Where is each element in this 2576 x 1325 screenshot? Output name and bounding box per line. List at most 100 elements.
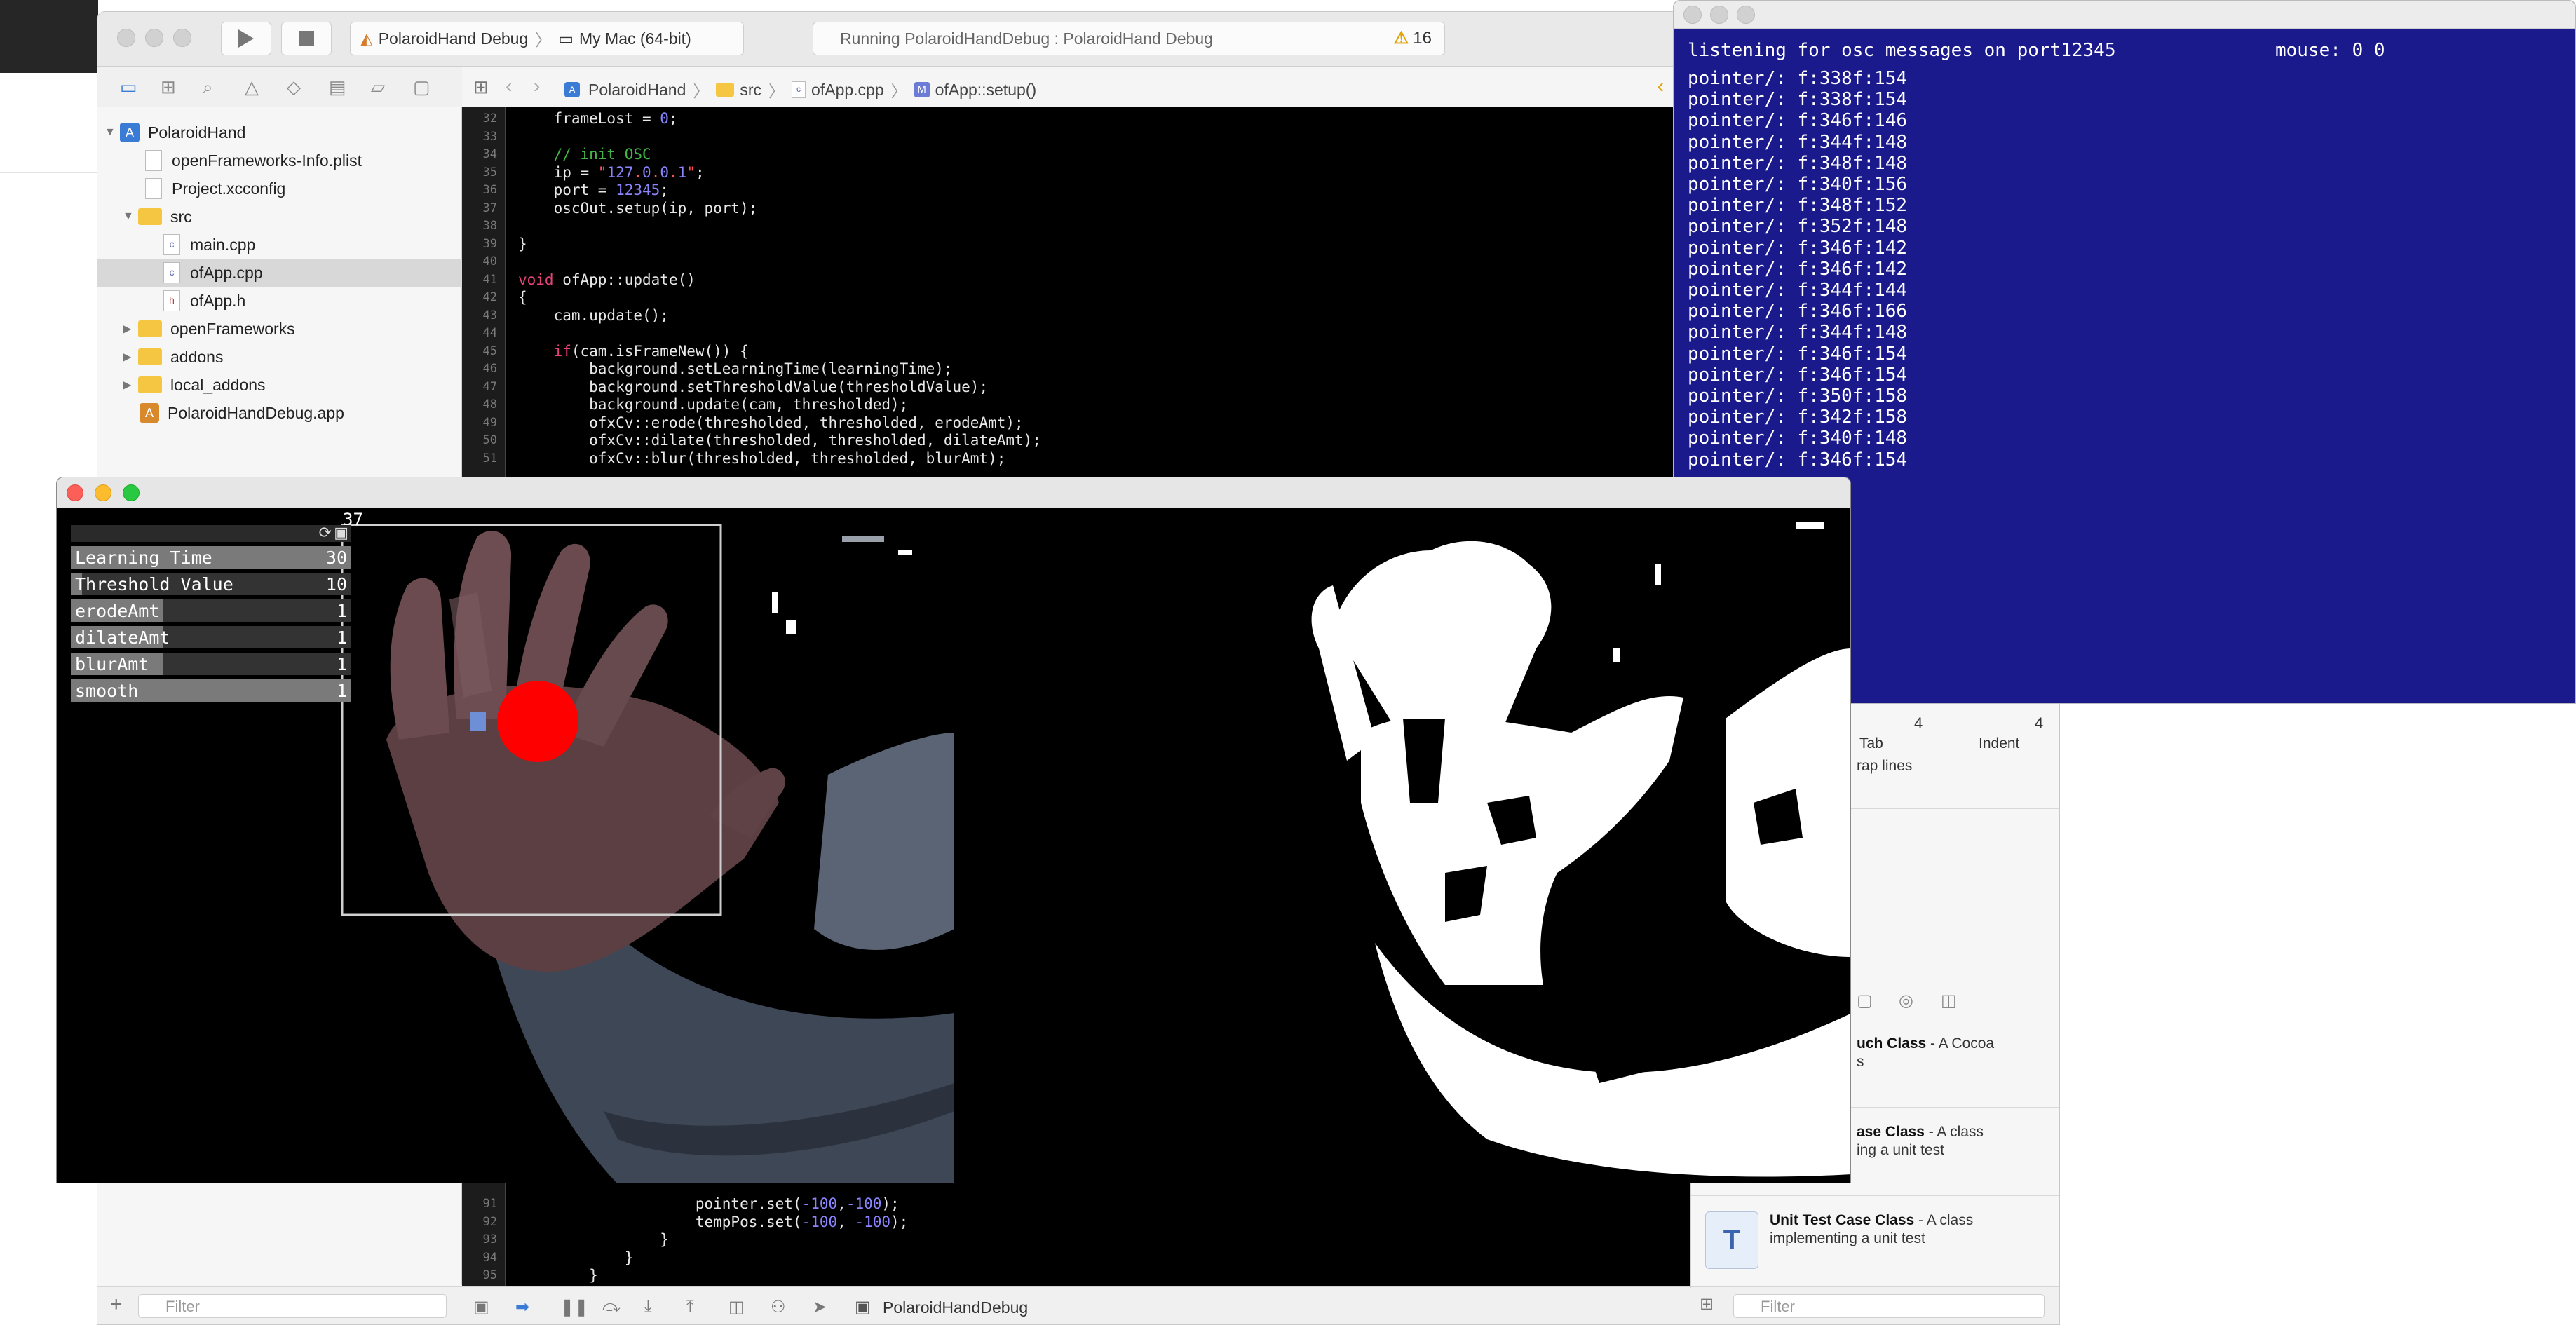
slider-value: 1 <box>336 627 347 648</box>
slider-dilate-amt[interactable]: dilateAmt 1 <box>71 626 351 648</box>
tab-width-value[interactable]: 4 <box>1914 714 1923 733</box>
warning-count[interactable]: ⚠ 16 <box>1394 28 1432 48</box>
slider-smooth[interactable]: smooth 1 <box>71 679 351 702</box>
reload-icon[interactable]: ⟳ <box>319 524 332 542</box>
slider-threshold-value[interactable]: Threshold Value 10 <box>71 573 351 595</box>
run-button[interactable] <box>221 22 271 55</box>
minimize-button[interactable] <box>1710 6 1728 24</box>
breakpoints-icon[interactable]: ➡ <box>515 1297 529 1317</box>
slider-learning-time[interactable]: Learning Time 30 <box>71 546 351 569</box>
file-template-icon[interactable]: ▢ <box>1857 991 1873 1011</box>
tree-item-project[interactable]: ▼ A PolaroidHand <box>104 118 245 147</box>
slider-erode-amt[interactable]: erodeAmt 1 <box>71 599 351 622</box>
close-button[interactable] <box>67 484 83 501</box>
disclosure-open-icon[interactable]: ▼ <box>123 210 138 223</box>
breadcrumb-method[interactable]: ofApp::setup() <box>935 81 1036 100</box>
issue-prev-icon[interactable]: ‹ <box>1658 75 1664 97</box>
slider-blur-amt[interactable]: blurAmt 1 <box>71 653 351 675</box>
media-icon[interactable]: ◫ <box>1941 991 1957 1011</box>
navigator-filter-bar: + Filter <box>97 1286 462 1324</box>
report-icon[interactable]: ▢ <box>413 76 431 98</box>
minimize-button[interactable] <box>95 484 111 501</box>
zoom-button[interactable] <box>123 484 140 501</box>
tree-item-folder[interactable]: ▶ addons <box>123 343 223 371</box>
breakpoint-icon[interactable]: ▱ <box>371 76 385 98</box>
breadcrumb-project[interactable]: PolaroidHand <box>588 81 686 100</box>
tree-item-app[interactable]: A PolaroidHandDebug.app <box>140 399 344 427</box>
navigator-filter-input[interactable]: Filter <box>138 1294 447 1318</box>
memory-graph-icon[interactable]: ⚇ <box>771 1297 786 1317</box>
save-icon[interactable]: ▣ <box>334 524 348 542</box>
close-button[interactable] <box>117 29 135 47</box>
step-out-icon[interactable]: ⤒ <box>686 1297 694 1317</box>
scheme-selector[interactable]: ◭ PolaroidHand Debug 〉 ▭ My Mac (64-bit) <box>350 22 744 55</box>
code-line: } <box>518 1231 669 1248</box>
osc-message: pointer/: f:346f:166 <box>1688 301 1908 322</box>
step-over-icon[interactable]: ⤼ <box>602 1297 621 1317</box>
tree-item-label: ofApp.cpp <box>190 263 263 282</box>
activity-status: Running PolaroidHandDebug : PolaroidHand… <box>813 22 1445 55</box>
location-icon[interactable]: ➤ <box>813 1297 827 1317</box>
line-number: 45 <box>482 344 497 358</box>
debug-target-label[interactable]: PolaroidHandDebug <box>883 1298 1028 1317</box>
noise-fleck <box>1655 564 1661 585</box>
tree-item-file[interactable]: openFrameworks-Info.plist <box>145 147 362 175</box>
hide-debug-icon[interactable]: ▣ <box>473 1297 489 1317</box>
disclosure-closed-icon[interactable]: ▶ <box>123 322 138 336</box>
disclosure-closed-icon[interactable]: ▶ <box>123 378 138 392</box>
stop-button[interactable] <box>281 22 332 55</box>
line-number: 42 <box>482 290 497 304</box>
indent-width-value[interactable]: 4 <box>2035 714 2043 733</box>
osc-window-titlebar <box>1674 1 2575 29</box>
osc-message: pointer/: f:340f:156 <box>1688 174 1908 195</box>
zoom-button[interactable] <box>1737 6 1755 24</box>
test-case-icon: T <box>1705 1211 1758 1269</box>
folder-icon[interactable]: ▭ <box>120 76 137 98</box>
test-icon[interactable]: ◇ <box>287 76 301 98</box>
code-line: void ofApp::update() <box>518 271 696 288</box>
tree-item-file[interactable]: c main.cpp <box>163 231 255 259</box>
zoom-button[interactable] <box>173 29 191 47</box>
add-icon[interactable]: + <box>110 1293 123 1317</box>
forward-icon[interactable]: › <box>534 75 540 97</box>
folder-icon <box>138 376 162 393</box>
library-item[interactable]: T Unit Test Case Class - A class implemen… <box>1691 1195 2059 1284</box>
tree-item-label: PolaroidHandDebug.app <box>168 403 344 422</box>
source-control-icon[interactable]: ⊞ <box>161 76 176 98</box>
breadcrumb-file[interactable]: ofApp.cpp <box>811 81 884 100</box>
minimize-button[interactable] <box>145 29 163 47</box>
desktop-divider <box>0 172 98 173</box>
folder-icon <box>138 348 162 365</box>
snippet-icon[interactable]: ◎ <box>1899 991 1913 1011</box>
step-in-icon[interactable]: ⤓ <box>644 1297 652 1317</box>
mask-hole <box>1641 887 1711 971</box>
breadcrumb-group[interactable]: src <box>740 81 761 100</box>
search-icon[interactable]: ⌕ <box>203 76 213 99</box>
parameter-panel: ⟳ ▣ Learning Time 30 Threshold Value 10 … <box>71 524 351 709</box>
grid-icon[interactable]: ⊞ <box>473 76 489 98</box>
osc-message: pointer/: f:348f:152 <box>1688 195 1908 217</box>
osc-message: pointer/: f:348f:148 <box>1688 152 1908 174</box>
panel-header[interactable]: ⟳ ▣ <box>71 524 351 542</box>
tree-item-folder[interactable]: ▶ local_addons <box>123 371 266 399</box>
line-number: 46 <box>482 362 497 376</box>
debug-icon[interactable]: ▤ <box>329 76 346 98</box>
tree-item-folder[interactable]: ▼ src <box>123 203 192 231</box>
library-filter-input[interactable]: Filter <box>1733 1294 2045 1318</box>
tree-item-file[interactable]: Project.xcconfig <box>145 175 285 203</box>
tree-item-file[interactable]: h ofApp.h <box>163 287 245 315</box>
disclosure-open-icon[interactable]: ▼ <box>104 126 120 139</box>
tree-item-folder[interactable]: ▶ openFrameworks <box>123 315 295 343</box>
pause-icon[interactable]: ❚❚ <box>560 1297 588 1317</box>
issue-icon[interactable]: △ <box>245 76 259 98</box>
code-line: background.setLearningTime(learningTime)… <box>518 360 953 377</box>
disclosure-closed-icon[interactable]: ▶ <box>123 350 138 364</box>
wrap-lines-label[interactable]: rap lines <box>1857 758 1912 775</box>
threshold-view <box>1311 522 1850 1177</box>
tree-item-file[interactable]: c ofApp.cpp <box>163 259 263 287</box>
tree-item-label: Project.xcconfig <box>172 179 286 198</box>
view-debugger-icon[interactable]: ◫ <box>728 1297 745 1317</box>
back-icon[interactable]: ‹ <box>506 75 512 97</box>
close-button[interactable] <box>1683 6 1702 24</box>
grid-icon[interactable]: ⊞ <box>1700 1294 1714 1314</box>
